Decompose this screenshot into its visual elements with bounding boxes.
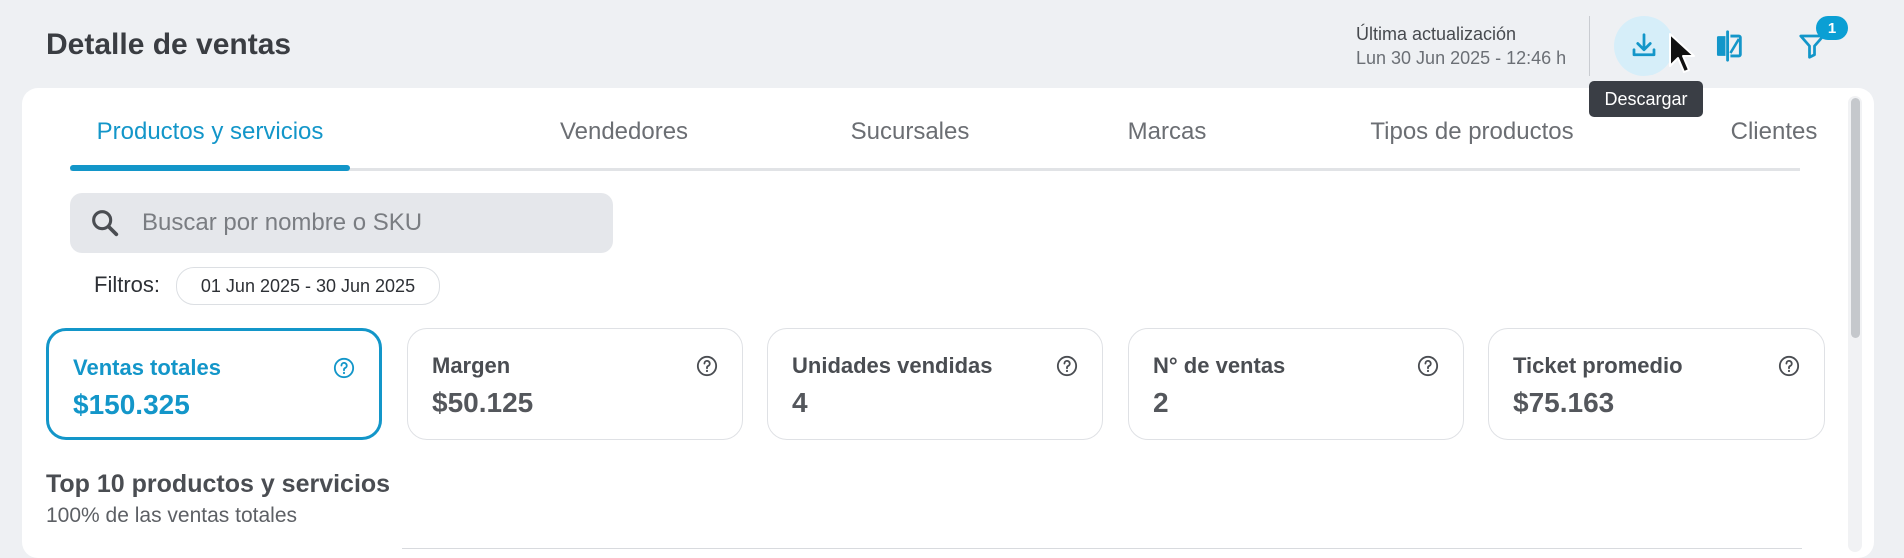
tab-vendedores[interactable]: Vendedores	[470, 118, 778, 168]
kpi-label: Unidades vendidas	[792, 353, 993, 378]
last-update: Última actualización Lun 30 Jun 2025 - 1…	[1356, 22, 1566, 70]
tab-marcas[interactable]: Marcas	[1040, 118, 1294, 168]
compare-icon	[1716, 30, 1742, 62]
kpi-value: $50.125	[432, 387, 534, 418]
compare-button[interactable]	[1699, 16, 1759, 76]
date-range-chip[interactable]: 01 Jun 2025 - 30 Jun 2025	[176, 267, 440, 305]
section-subtitle: 100% de las ventas totales	[46, 504, 297, 527]
scrollbar-thumb[interactable]	[1851, 98, 1860, 338]
tab-clientes[interactable]: Clientes	[1646, 118, 1902, 168]
search-box[interactable]	[70, 193, 613, 253]
tab-bar: Productos y servicios Vendedores Sucursa…	[70, 118, 1817, 171]
kpi-margen[interactable]: Margen $50.125	[407, 328, 743, 440]
download-icon	[1632, 33, 1656, 57]
kpi-label: Margen	[432, 353, 511, 378]
help-icon[interactable]	[1417, 355, 1439, 377]
chart-axis-line	[402, 548, 1802, 549]
kpi-value: 2	[1153, 387, 1169, 418]
help-icon[interactable]	[1056, 355, 1078, 377]
tab-productos-y-servicios[interactable]: Productos y servicios	[70, 118, 350, 171]
help-icon[interactable]	[1778, 355, 1800, 377]
mouse-cursor-icon	[1669, 33, 1695, 73]
tab-tipos-de-productos[interactable]: Tipos de productos	[1282, 118, 1662, 168]
help-icon[interactable]	[333, 357, 355, 379]
kpi-label: Ventas totales	[73, 355, 221, 380]
kpi-unidades-vendidas[interactable]: Unidades vendidas 4	[767, 328, 1103, 440]
kpi-value: 4	[792, 387, 808, 418]
filters-label: Filtros:	[94, 272, 160, 297]
help-icon[interactable]	[696, 355, 718, 377]
tab-sucursales[interactable]: Sucursales	[760, 118, 1060, 168]
kpi-n-de-ventas[interactable]: N° de ventas 2	[1128, 328, 1464, 440]
last-update-value: Lun 30 Jun 2025 - 12:46 h	[1356, 48, 1567, 68]
search-input[interactable]	[140, 208, 584, 238]
download-tooltip: Descargar	[1589, 81, 1703, 117]
header-divider	[1589, 16, 1590, 76]
kpi-label: N° de ventas	[1153, 353, 1286, 378]
kpi-ventas-totales[interactable]: Ventas totales $150.325	[46, 328, 382, 440]
download-button[interactable]	[1614, 16, 1674, 76]
page-title: Detalle de ventas	[46, 28, 292, 61]
search-icon	[92, 210, 119, 237]
section-title: Top 10 productos y servicios	[46, 470, 391, 498]
kpi-value: $75.163	[1513, 387, 1615, 418]
kpi-label: Ticket promedio	[1513, 353, 1683, 378]
kpi-ticket-promedio[interactable]: Ticket promedio $75.163	[1488, 328, 1825, 440]
kpi-value: $150.325	[73, 389, 190, 420]
last-update-label: Última actualización	[1356, 24, 1517, 44]
filter-count-badge: 1	[1816, 16, 1848, 40]
